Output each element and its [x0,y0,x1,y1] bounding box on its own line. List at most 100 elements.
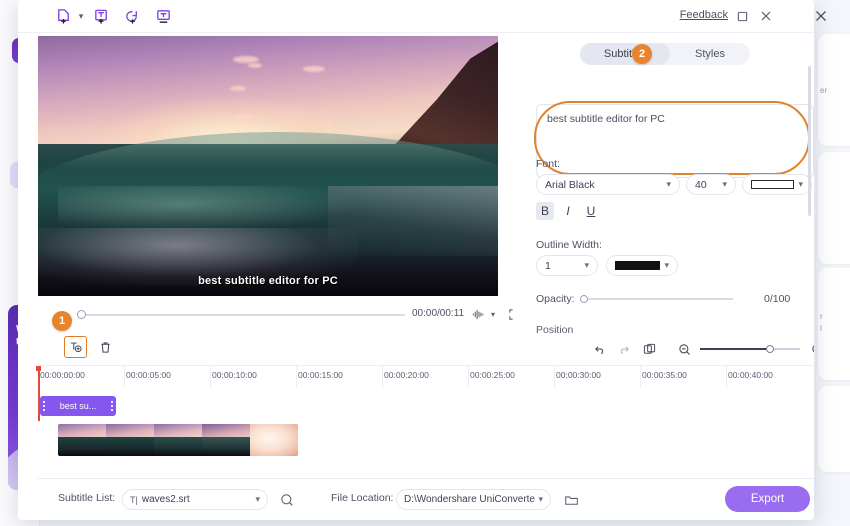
progress-knob[interactable] [77,310,86,319]
filmstrip-frame [202,424,250,456]
chevron-down-icon: ▾ [584,260,589,270]
feedback-link[interactable]: Feedback [680,9,728,21]
outline-color-select[interactable]: ▾ [606,255,678,276]
timeline-toolbar [590,340,814,360]
timeline-ruler[interactable]: 00:00:00:00 00:00:05:00 00:00:10:00 00:0… [38,366,814,388]
font-label: Font: [536,158,560,170]
cloud [303,66,325,72]
caption-box-icon[interactable] [152,6,174,26]
bold-button[interactable]: B [536,202,554,220]
text-file-icon: T| [130,494,138,505]
zoom-out-icon[interactable] [675,340,693,358]
opacity-knob[interactable] [580,295,588,303]
file-location-value: D:\Wondershare UniConverter 1 [404,494,536,505]
video-preview[interactable]: best subtitle editor for PC [38,36,498,296]
close-icon[interactable] [756,7,776,25]
file-location-label: File Location: [331,492,394,504]
redo-icon[interactable] [615,340,633,358]
cloud [233,56,259,63]
subtitle-overlay-text: best subtitle editor for PC [198,275,338,287]
subtitle-clip-label: best su... [59,401,97,411]
dialog-titlebar: ▾ Feedback [18,0,814,32]
filmstrip-frame [58,424,106,456]
cloud [321,121,335,125]
step-badge-2: 2 [632,44,652,64]
progress-track[interactable] [80,314,405,316]
cloud [234,114,254,120]
chevron-down-icon: ▾ [798,179,803,189]
clip-handle-right[interactable] [110,399,114,413]
ruler-tick: 00:00:35:00 [642,370,687,380]
tab-styles[interactable]: Styles [670,43,750,65]
underline-button[interactable]: U [582,202,600,220]
chevron-down-icon: ▾ [255,494,260,504]
ruler-tick: 00:00:25:00 [470,370,515,380]
bg-card [818,386,850,472]
chevron-down-icon: ▾ [664,260,669,270]
step-badge-1: 1 [52,311,72,331]
panel-scrollbar[interactable] [808,66,811,216]
search-icon[interactable] [278,491,296,509]
bg-card [818,152,850,264]
subtitle-text-input[interactable] [536,104,814,178]
ruler-tick: 00:00:20:00 [384,370,429,380]
screenshot-root: er r l Wo Un ▾ [0,0,850,526]
filmstrip-frame [250,424,298,456]
chevron-down-icon: ▾ [538,494,543,504]
add-subtitle-icon[interactable] [90,6,112,26]
audio-waveform-icon[interactable] [472,308,486,326]
font-family-select[interactable]: Arial Black ▾ [536,174,680,195]
preview-wave-highlight [58,186,358,232]
playhead-handle[interactable] [36,366,41,371]
subtitle-file-select[interactable]: T| waves2.srt ▾ [122,489,268,510]
italic-button[interactable]: I [559,202,577,220]
file-location-select[interactable]: D:\Wondershare UniConverter 1 ▾ [396,489,551,510]
bg-card-text: er [820,86,828,95]
position-label: Position [536,324,574,336]
auto-caption-icon[interactable] [121,6,143,26]
opacity-track[interactable] [585,298,733,300]
panel-tabs: Subtitles Styles [580,43,750,65]
zoom-fill [700,348,770,350]
undo-icon[interactable] [590,340,608,358]
subtitle-text-wrap [534,101,814,178]
outline-width-label: Outline Width: [536,239,602,251]
maximize-icon[interactable] [732,7,752,25]
folder-open-icon[interactable] [562,491,580,509]
add-text-icon[interactable] [64,336,87,358]
font-size-select[interactable]: 40 ▾ [686,174,736,195]
font-color-select[interactable]: ▾ [742,174,812,195]
outline-width-select[interactable]: 1 ▾ [536,255,598,276]
clip-handle-left[interactable] [42,399,46,413]
chevron-down-icon[interactable]: ▾ [491,310,495,319]
bg-card-text: r [820,312,823,321]
cloud [248,63,262,68]
ruler-tick: 00:00:05:00 [126,370,171,380]
ruler-tick: 00:00:00:00 [40,370,85,380]
zoom-in-icon[interactable] [808,340,814,358]
delete-icon[interactable] [94,336,117,358]
bg-card [818,268,850,380]
chevron-down-icon: ▾ [722,179,727,189]
chevron-down-icon[interactable]: ▾ [70,6,92,26]
ruler-tick: 00:00:30:00 [556,370,601,380]
outer-close-icon[interactable] [810,5,832,27]
ruler-tick: 00:00:40:00 [728,370,773,380]
tab-subtitles[interactable]: Subtitles [580,43,670,65]
opacity-label: Opacity: [536,293,575,305]
outline-color-swatch [615,261,661,270]
cloud [230,86,246,91]
subtitle-file-value: waves2.srt [141,494,190,505]
subtitle-clip[interactable]: best su... [40,396,116,416]
player-controls: 00:00/00:11 ▾ [38,303,520,327]
zoom-knob[interactable] [766,345,774,353]
subtitle-editor-dialog: ▾ Feedback best subtitle editor for PC 0… [18,0,814,520]
clip-tools [64,336,134,360]
video-filmstrip[interactable] [58,424,298,456]
split-icon[interactable] [640,340,658,358]
chevron-down-icon: ▾ [666,179,671,189]
ruler-tick: 00:00:15:00 [298,370,343,380]
export-button[interactable]: Export [725,486,810,512]
ruler-tick: 00:00:10:00 [212,370,257,380]
filmstrip-frame [106,424,154,456]
